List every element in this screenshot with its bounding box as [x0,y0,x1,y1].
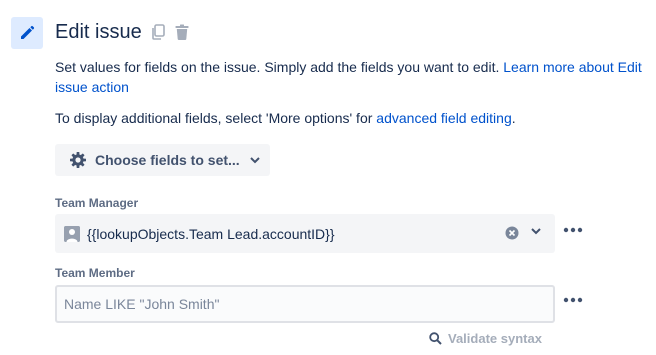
display-note-suffix: . [511,110,516,126]
page-title: Edit issue [55,21,142,43]
copy-icon[interactable] [149,22,167,42]
team-manager-select[interactable]: {{lookupObjects.Team Lead.accountID}} [55,214,555,253]
advanced-field-editing-link[interactable]: advanced field editing [376,110,511,126]
display-note: To display additional fields, select 'Mo… [55,108,655,128]
team-member-input[interactable] [55,285,555,323]
pencil-icon [21,25,35,39]
clear-icon[interactable] [505,226,519,240]
team-manager-label: Team Manager [55,196,139,210]
edit-issue-icon [11,17,43,49]
display-note-text: To display additional fields, select 'Mo… [55,110,377,126]
user-avatar-icon [64,225,80,242]
chevron-down-icon [249,156,260,164]
search-icon [429,332,442,345]
description-text: Set values for fields on the issue. Simp… [55,59,504,75]
validate-syntax-button[interactable]: Validate syntax [429,331,542,346]
description: Set values for fields on the issue. Simp… [55,57,655,97]
chevron-down-icon[interactable] [531,227,541,235]
team-manager-value: {{lookupObjects.Team Lead.accountID}} [87,225,335,242]
choose-fields-label: Choose fields to set... [95,152,240,168]
trash-icon[interactable] [173,22,191,42]
choose-fields-button[interactable]: Choose fields to set... [55,144,270,176]
gear-icon [69,151,87,169]
validate-syntax-label: Validate syntax [448,331,542,346]
more-options-icon[interactable] [562,290,584,310]
title-actions [149,22,191,42]
more-options-icon[interactable] [562,220,584,240]
team-member-label: Team Member [55,266,135,280]
